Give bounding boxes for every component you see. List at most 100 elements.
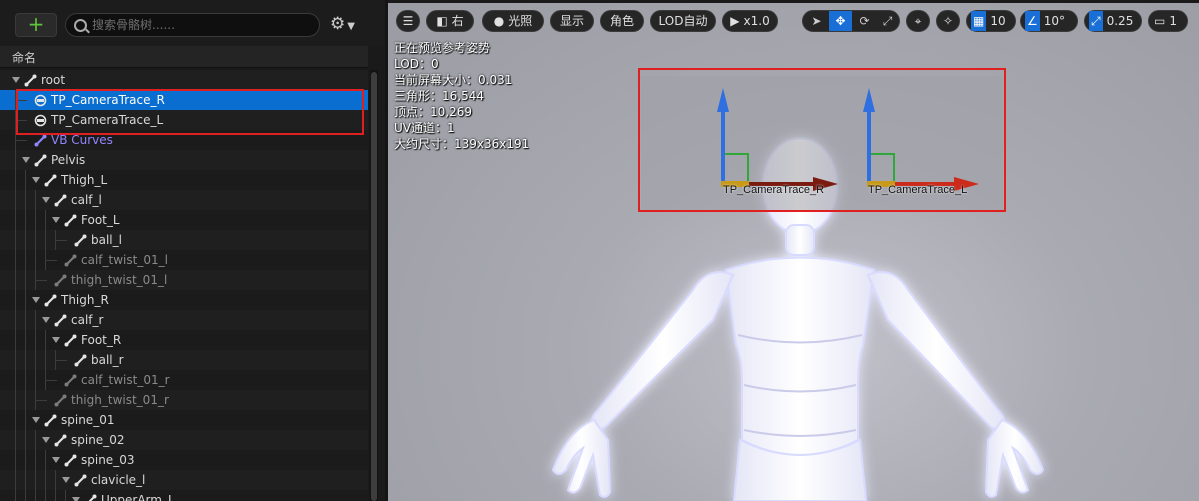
tree-row[interactable]: clavicle_l	[0, 470, 368, 490]
expand-arrow-icon[interactable]	[32, 177, 40, 183]
coordinate-space-button[interactable]: ⌖	[906, 10, 930, 32]
tree-guide-line	[25, 490, 26, 501]
tree-row[interactable]: ball_r	[0, 350, 368, 370]
tree-row[interactable]: UpperArm_L	[0, 490, 368, 501]
tree-row[interactable]: thigh_twist_01_r	[0, 390, 368, 410]
tree-guide-line	[45, 210, 46, 230]
tree-row[interactable]: thigh_twist_01_l	[0, 270, 368, 290]
lod-button[interactable]: LOD自动	[650, 10, 716, 32]
bone-icon	[74, 234, 87, 247]
tree-row-label: VB Curves	[51, 133, 113, 147]
tree-scrollbar[interactable]	[370, 70, 378, 501]
tree-guide-line	[15, 450, 16, 470]
tree-row[interactable]: calf_r	[0, 310, 368, 330]
move-icon: ✥	[835, 14, 846, 28]
settings-button[interactable]: ⚙ ▼	[330, 13, 366, 37]
tree-row[interactable]: calf_twist_01_l	[0, 250, 368, 270]
socket-highlight-box	[16, 89, 364, 135]
expand-arrow-icon[interactable]	[52, 217, 60, 223]
tree-guide-line	[35, 210, 36, 230]
stats-line: 顶点：10,269	[394, 105, 472, 119]
expand-arrow-icon[interactable]	[32, 297, 40, 303]
expand-arrow-icon[interactable]	[42, 317, 50, 323]
tree-guide-line	[25, 170, 26, 190]
tree-row[interactable]: spine_01	[0, 410, 368, 430]
grid-snap-button[interactable]: ▦ 10	[966, 10, 1016, 32]
stats-line: UV通道：1	[394, 121, 455, 135]
tree-guide-line	[55, 240, 67, 241]
tree-row[interactable]: calf_l	[0, 190, 368, 210]
tree-row[interactable]: spine_03	[0, 450, 368, 470]
show-button[interactable]: 显示	[550, 10, 594, 32]
scale-snap-button[interactable]: ⤢ 0.25	[1084, 10, 1142, 32]
expand-arrow-icon[interactable]	[12, 77, 20, 83]
tree-guide-line	[25, 470, 26, 490]
search-input[interactable]	[92, 17, 312, 33]
translate-tool-button[interactable]: ✥	[829, 11, 852, 31]
stats-line: LOD：0	[394, 57, 439, 71]
tree-scrollbar-thumb[interactable]	[371, 72, 377, 501]
tree-row[interactable]: ball_l	[0, 230, 368, 250]
rotate-icon: ⟳	[859, 14, 870, 28]
rotation-snap-button[interactable]: ∠ 10°	[1020, 10, 1078, 32]
bone-icon	[54, 434, 67, 447]
tree-guide-line	[15, 140, 27, 141]
tree-row[interactable]: Thigh_R	[0, 290, 368, 310]
tree-guide-line	[15, 230, 16, 250]
tree-guide-line	[25, 250, 26, 270]
lighting-button[interactable]: ● 光照	[482, 10, 544, 32]
view-mode-button[interactable]: ◧ 右	[426, 10, 474, 32]
select-tool-button[interactable]: ➤	[805, 11, 828, 31]
tree-row[interactable]: Foot_R	[0, 330, 368, 350]
column-header[interactable]: 命名	[0, 46, 368, 68]
tree-row[interactable]: calf_twist_01_r	[0, 370, 368, 390]
grid-snap-value: 10	[990, 14, 1006, 28]
bone-icon	[64, 374, 77, 387]
add-button[interactable]: +	[15, 13, 57, 37]
tree-guide-line	[35, 400, 47, 401]
tree-guide-line	[35, 430, 36, 450]
tree-row[interactable]: spine_02	[0, 430, 368, 450]
tree-row-label: clavicle_l	[91, 473, 146, 487]
tree-guide-line	[25, 450, 26, 470]
angle-icon: ∠	[1025, 11, 1040, 31]
expand-arrow-icon[interactable]	[32, 417, 40, 423]
tree-row[interactable]: Pelvis	[0, 150, 368, 170]
expand-arrow-icon[interactable]	[42, 197, 50, 203]
tree-guide-line	[15, 370, 16, 390]
bone-icon	[44, 294, 57, 307]
tree-guide-line	[45, 260, 57, 261]
expand-arrow-icon[interactable]	[52, 457, 60, 463]
tree-guide-line	[55, 360, 67, 361]
tree-row-label: Pelvis	[51, 153, 86, 167]
camera-speed-button[interactable]: ▭ 1	[1148, 10, 1188, 32]
scale-icon: ⤢	[882, 14, 893, 28]
tree-guide-line	[15, 390, 16, 410]
lighting-label: 光照	[508, 14, 533, 28]
tree-guide-line	[45, 490, 46, 501]
expand-arrow-icon[interactable]	[52, 337, 60, 343]
preview-viewport[interactable]: TP_CameraTrace_R TP_CameraTrace_L ☰ ◧ 右 ●…	[388, 0, 1199, 501]
viewport-menu-button[interactable]: ☰	[396, 10, 420, 32]
search-box[interactable]	[65, 13, 320, 37]
tree-guide-line	[35, 350, 36, 370]
surface-snap-button[interactable]: ✧	[936, 10, 960, 32]
expand-arrow-icon[interactable]	[22, 157, 30, 163]
expand-arrow-icon[interactable]	[42, 437, 50, 443]
lod-label: LOD自动	[658, 14, 708, 28]
tree-row-label: thigh_twist_01_r	[71, 393, 169, 407]
scale-tool-button[interactable]: ⤢	[876, 11, 899, 31]
playback-speed-button[interactable]: ▶ x1.0	[722, 10, 778, 32]
character-button[interactable]: 角色	[600, 10, 644, 32]
expand-arrow-icon[interactable]	[72, 497, 80, 501]
tree-guide-line	[15, 150, 16, 170]
tree-guide-line	[25, 270, 26, 290]
expand-arrow-icon[interactable]	[62, 477, 70, 483]
tree-row[interactable]: Foot_L	[0, 210, 368, 230]
tree-row[interactable]: Thigh_L	[0, 170, 368, 190]
tree-row[interactable]: root	[0, 70, 368, 90]
rotate-tool-button[interactable]: ⟳	[853, 11, 876, 31]
tree-guide-line	[45, 330, 46, 350]
surface-snap-icon: ✧	[942, 14, 954, 28]
character-label: 角色	[609, 14, 634, 28]
